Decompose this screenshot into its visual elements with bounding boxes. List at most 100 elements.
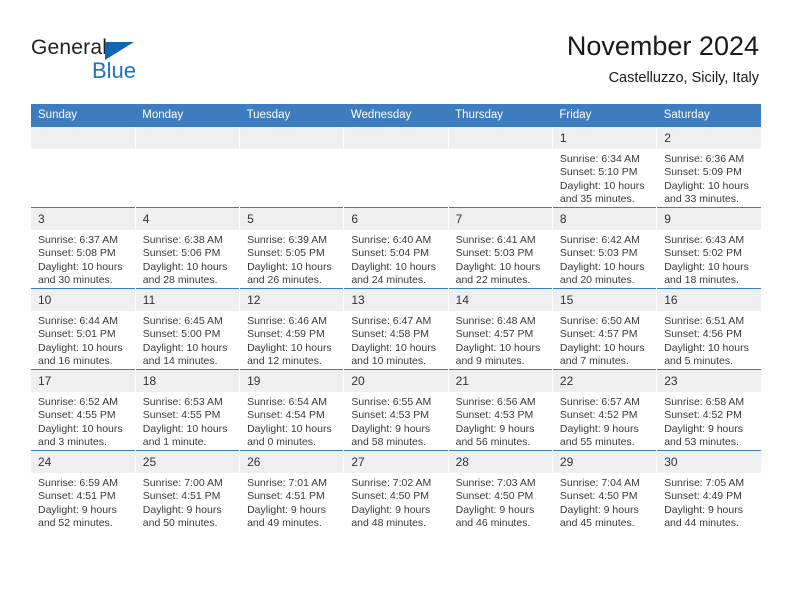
sunrise-time: Sunrise: 6:41 AM: [455, 234, 536, 246]
daylight-line-2: and 16 minutes.: [38, 355, 113, 368]
calendar-day-cell[interactable]: 14 Sunrise: 6:48 AM Sunset: 4:57 PM Dayligh…: [447, 288, 553, 370]
daylight-line-2: and 1 minute.: [142, 436, 207, 449]
calendar-week-row: 3 Sunrise: 6:37 AM Sunset: 5:08 PM Daylight…: [31, 207, 761, 289]
sunset-time: Sunset: 5:04 PM: [351, 247, 429, 260]
day-number: 17: [31, 370, 135, 392]
weekday-header-saturday: Saturday: [656, 104, 761, 127]
calendar-day-cell[interactable]: 21 Sunrise: 6:56 AM Sunset: 4:53 PM Dayligh…: [447, 369, 553, 451]
calendar-day-cell[interactable]: 9 Sunrise: 6:43 AM Sunset: 5:02 PM Daylight…: [656, 207, 761, 289]
calendar-day-cell[interactable]: 27 Sunrise: 7:02 AM Sunset: 4:50 PM Dayligh…: [343, 450, 449, 531]
calendar-day-cell[interactable]: 16 Sunrise: 6:51 AM Sunset: 4:56 PM Dayligh…: [656, 288, 761, 370]
sunset-time: Sunset: 5:02 PM: [664, 247, 742, 260]
day-number: 10: [31, 289, 135, 311]
daylight-line-1: Daylight: 9 hours: [664, 422, 743, 435]
weekday-header-friday: Friday: [552, 104, 657, 127]
day-details: Sunrise: 7:00 AM Sunset: 4:51 PM Daylight:…: [136, 473, 239, 531]
day-details: Sunrise: 6:47 AM Sunset: 4:58 PM Daylight:…: [344, 311, 447, 369]
sunset-time: Sunset: 4:50 PM: [455, 490, 534, 503]
day-details: Sunrise: 7:05 AM Sunset: 4:49 PM Daylight:…: [657, 473, 761, 531]
daylight-line-1: Daylight: 10 hours: [142, 260, 228, 273]
calendar-day-cell[interactable]: 2 Sunrise: 6:36 AM Sunset: 5:09 PM Daylight…: [656, 126, 761, 208]
calendar-day-cell[interactable]: 26 Sunrise: 7:01 AM Sunset: 4:51 PM Dayligh…: [239, 450, 344, 531]
daylight-line-1: Daylight: 10 hours: [559, 260, 645, 273]
daylight-line-2: and 52 minutes.: [38, 517, 113, 530]
day-number: 13: [344, 289, 448, 311]
calendar-day-cell[interactable]: 29 Sunrise: 7:04 AM Sunset: 4:50 PM Dayligh…: [551, 450, 657, 531]
sunset-time: Sunset: 4:49 PM: [664, 490, 742, 503]
calendar-day-cell[interactable]: 28 Sunrise: 7:03 AM Sunset: 4:50 PM Dayligh…: [447, 450, 553, 531]
daylight-line-2: and 5 minutes.: [664, 355, 734, 368]
calendar-day-cell[interactable]: 17 Sunrise: 6:52 AM Sunset: 4:55 PM Dayligh…: [31, 369, 136, 451]
sunrise-time: Sunrise: 6:39 AM: [247, 234, 328, 246]
calendar-day-cell[interactable]: 19 Sunrise: 6:54 AM Sunset: 4:54 PM Dayligh…: [239, 369, 344, 451]
calendar-day-cell[interactable]: 4 Sunrise: 6:38 AM Sunset: 5:06 PM Daylight…: [134, 207, 240, 289]
calendar-day-cell[interactable]: 7 Sunrise: 6:41 AM Sunset: 5:03 PM Daylight…: [447, 207, 553, 289]
calendar-day-cell[interactable]: 10 Sunrise: 6:44 AM Sunset: 5:01 PM Dayligh…: [31, 288, 136, 370]
weekday-header-thursday: Thursday: [448, 104, 553, 127]
day-details: Sunrise: 6:48 AM Sunset: 4:57 PM Daylight:…: [449, 311, 552, 369]
day-number: 18: [135, 370, 240, 392]
sunrise-time: Sunrise: 6:47 AM: [351, 315, 432, 327]
day-number: 6: [344, 208, 448, 230]
sunrise-time: Sunrise: 7:03 AM: [455, 477, 536, 489]
sunset-time: Sunset: 4:57 PM: [559, 328, 638, 341]
sunset-time: Sunset: 5:01 PM: [38, 328, 116, 341]
sunrise-time: Sunrise: 6:50 AM: [559, 315, 640, 327]
day-number: 14: [448, 289, 552, 311]
calendar-day-cell[interactable]: 22 Sunrise: 6:57 AM Sunset: 4:52 PM Dayligh…: [551, 369, 657, 451]
sunset-time: Sunset: 4:57 PM: [455, 328, 534, 341]
calendar-day-cell[interactable]: 30 Sunrise: 7:05 AM Sunset: 4:49 PM Dayligh…: [656, 450, 761, 531]
calendar-day-cell[interactable]: 24 Sunrise: 6:59 AM Sunset: 4:51 PM Dayligh…: [31, 450, 136, 531]
calendar-day-cell[interactable]: 15 Sunrise: 6:50 AM Sunset: 4:57 PM Dayligh…: [551, 288, 657, 370]
calendar-day-cell[interactable]: 3 Sunrise: 6:37 AM Sunset: 5:08 PM Daylight…: [31, 207, 136, 289]
calendar-day-cell[interactable]: 12 Sunrise: 6:46 AM Sunset: 4:59 PM Dayligh…: [239, 288, 344, 370]
daylight-line-2: and 28 minutes.: [142, 274, 218, 287]
daylight-line-2: and 20 minutes.: [559, 274, 635, 287]
sunrise-time: Sunrise: 6:36 AM: [664, 153, 745, 165]
general-blue-logo[interactable]: General Blue: [31, 36, 211, 86]
sunrise-time: Sunrise: 6:46 AM: [247, 315, 328, 327]
day-number: 9: [657, 208, 761, 230]
calendar-cell-empty: [134, 126, 240, 208]
daylight-line-1: Daylight: 10 hours: [142, 341, 228, 354]
sunset-time: Sunset: 5:03 PM: [455, 247, 534, 260]
calendar-day-cell[interactable]: 1 Sunrise: 6:34 AM Sunset: 5:10 PM Daylight…: [551, 126, 657, 208]
day-number: 7: [448, 208, 552, 230]
daylight-line-2: and 44 minutes.: [664, 517, 739, 530]
calendar-day-cell[interactable]: 5 Sunrise: 6:39 AM Sunset: 5:05 PM Daylight…: [239, 207, 344, 289]
day-number: 8: [552, 208, 657, 230]
sunset-time: Sunset: 5:05 PM: [247, 247, 325, 260]
day-number: 11: [135, 289, 240, 311]
daylight-line-1: Daylight: 9 hours: [38, 503, 117, 516]
daylight-line-2: and 48 minutes.: [351, 517, 427, 530]
calendar-day-cell[interactable]: 18 Sunrise: 6:53 AM Sunset: 4:55 PM Dayligh…: [134, 369, 240, 451]
day-details: Sunrise: 6:46 AM Sunset: 4:59 PM Daylight:…: [240, 311, 343, 369]
calendar-day-cell[interactable]: 13 Sunrise: 6:47 AM Sunset: 4:58 PM Dayligh…: [343, 288, 449, 370]
daylight-line-1: Daylight: 10 hours: [559, 341, 645, 354]
daylight-line-2: and 7 minutes.: [559, 355, 629, 368]
daylight-line-2: and 33 minutes.: [664, 193, 739, 206]
calendar-day-cell[interactable]: 6 Sunrise: 6:40 AM Sunset: 5:04 PM Daylight…: [343, 207, 449, 289]
daylight-line-1: Daylight: 10 hours: [38, 341, 123, 354]
calendar-day-cell[interactable]: 8 Sunrise: 6:42 AM Sunset: 5:03 PM Daylight…: [551, 207, 657, 289]
calendar-day-cell[interactable]: 20 Sunrise: 6:55 AM Sunset: 4:53 PM Dayligh…: [343, 369, 449, 451]
daylight-line-1: Daylight: 9 hours: [142, 503, 222, 516]
day-details: Sunrise: 6:51 AM Sunset: 4:56 PM Daylight:…: [657, 311, 761, 369]
page-subtitle: Castelluzzo, Sicily, Italy: [608, 70, 759, 86]
calendar-day-cell[interactable]: 11 Sunrise: 6:45 AM Sunset: 5:00 PM Dayligh…: [134, 288, 240, 370]
daylight-line-1: Daylight: 10 hours: [351, 341, 436, 354]
daylight-line-2: and 58 minutes.: [351, 436, 427, 449]
daylight-line-1: Daylight: 10 hours: [455, 260, 541, 273]
sunrise-time: Sunrise: 6:44 AM: [38, 315, 118, 327]
sunset-time: Sunset: 5:09 PM: [664, 166, 742, 179]
calendar-day-cell[interactable]: 25 Sunrise: 7:00 AM Sunset: 4:51 PM Dayligh…: [134, 450, 240, 531]
sunset-time: Sunset: 4:51 PM: [247, 490, 325, 503]
daylight-line-1: Daylight: 10 hours: [38, 260, 123, 273]
daylight-line-1: Daylight: 9 hours: [455, 503, 535, 516]
daylight-line-2: and 3 minutes.: [38, 436, 107, 449]
day-number: 2: [657, 127, 761, 149]
sunset-time: Sunset: 4:51 PM: [142, 490, 221, 503]
calendar-day-cell[interactable]: 23 Sunrise: 6:58 AM Sunset: 4:52 PM Dayligh…: [656, 369, 761, 451]
daylight-line-2: and 46 minutes.: [455, 517, 531, 530]
daylight-line-1: Daylight: 10 hours: [455, 341, 541, 354]
